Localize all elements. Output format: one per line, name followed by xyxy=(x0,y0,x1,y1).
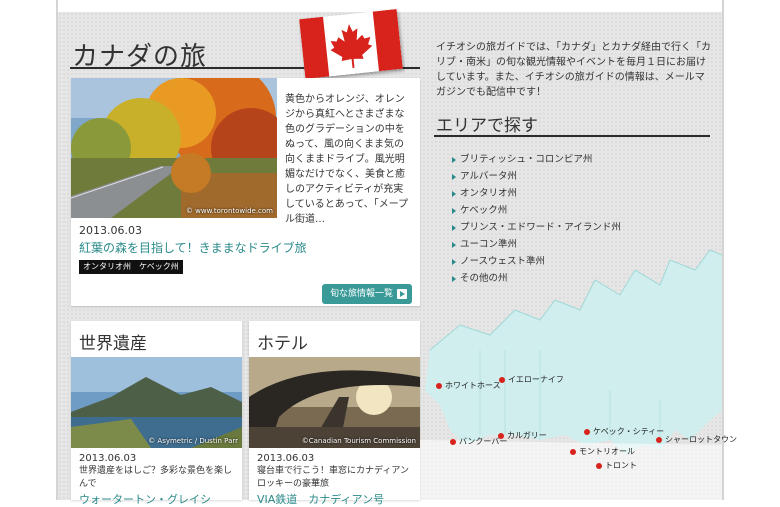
pin-icon xyxy=(450,438,456,445)
canada-map[interactable]: ホワイトホース イエローナイフ バンクーバー カルガリー ケベック・シティー シ… xyxy=(420,240,737,500)
world-heritage-photo[interactable]: © Asymetric / Dustin Parr xyxy=(71,357,242,448)
more-button-label: 旬な旅情報一覧 xyxy=(330,289,394,299)
area-item-quebec[interactable]: ケベック州 xyxy=(452,202,621,219)
area-search-title: エリアで探す xyxy=(436,116,538,136)
pin-icon xyxy=(584,428,590,435)
map-pin-calgary[interactable]: カルガリー xyxy=(498,430,547,441)
pin-icon xyxy=(570,448,576,455)
panel-border-right xyxy=(722,0,724,500)
city-label: シャーロットタウン xyxy=(665,435,737,444)
map-pin-quebec-city[interactable]: ケベック・シティー xyxy=(584,426,664,437)
lake-mountain-image xyxy=(71,357,242,448)
city-label: カルガリー xyxy=(507,431,547,440)
map-pin-whitehorse[interactable]: ホワイトホース xyxy=(436,380,501,391)
area-item-british-columbia[interactable]: ブリティッシュ・コロンビア州 xyxy=(452,151,621,168)
article-date: 2013.06.03 xyxy=(257,453,315,464)
canada-map-shape xyxy=(420,249,723,500)
city-label: トロント xyxy=(605,461,637,470)
photo-credit: ©Canadian Tourism Commission xyxy=(301,437,416,445)
featured-article-card[interactable]: © www.torontowide.com 黄色からオレンジ、オレンジから真紅へ… xyxy=(71,78,420,306)
more-travel-info-button[interactable]: 旬な旅情報一覧 xyxy=(322,284,412,304)
article-description: 世界遺産をはしご？多彩な景色を楽しんで xyxy=(79,466,233,489)
map-pin-montreal[interactable]: モントリオール xyxy=(570,446,635,457)
area-item-alberta[interactable]: アルバータ州 xyxy=(452,168,621,185)
section-title: ホテル xyxy=(257,334,308,354)
pin-icon xyxy=(498,432,504,439)
hotel-photo[interactable]: ©Canadian Tourism Commission xyxy=(249,357,420,448)
map-pin-toronto[interactable]: トロント xyxy=(596,460,637,471)
featured-photo[interactable]: © www.torontowide.com xyxy=(71,78,277,218)
featured-description: 黄色からオレンジ、オレンジから真紅へとさまざまな色のグラデーションの中をぬって、… xyxy=(285,94,409,225)
area-item-pei[interactable]: プリンス・エドワード・アイランド州 xyxy=(452,219,621,236)
city-label: イエローナイフ xyxy=(508,375,564,384)
world-heritage-card[interactable]: 世界遺産 © Asymetric / Dustin Parr 2013.06.0… xyxy=(71,321,242,506)
city-label: ホワイトホース xyxy=(445,381,501,390)
pin-icon xyxy=(656,436,662,443)
intro-text: イチオシの旅ガイドでは、「カナダ」とカナダ経由で行く「カリブ・南米」の旬な観光情… xyxy=(436,42,711,98)
area-title-underline xyxy=(434,135,710,137)
article-link[interactable]: ウォータートン・グレイシ xyxy=(79,491,211,507)
arrow-right-icon xyxy=(397,289,407,299)
autumn-road-image xyxy=(71,78,277,218)
section-title: 世界遺産 xyxy=(79,334,147,354)
canada-flag-icon xyxy=(299,9,403,79)
city-label: モントリオール xyxy=(579,447,635,456)
tag-quebec[interactable]: ケベック州 xyxy=(135,260,183,274)
tag-ontario[interactable]: オンタリオ州 xyxy=(79,260,135,274)
area-item-ontario[interactable]: オンタリオ州 xyxy=(452,185,621,202)
pin-icon xyxy=(499,376,505,383)
pin-icon xyxy=(596,462,602,469)
featured-headline-link[interactable]: 紅葉の森を目指して！きままなドライブ旅 xyxy=(79,239,307,256)
page-background: カナダの旅 © www.torontowide.com 黄色からオレンジ、オレン… xyxy=(0,0,780,506)
city-label: ケベック・シティー xyxy=(593,427,665,436)
pin-icon xyxy=(436,382,442,389)
article-date: 2013.06.03 xyxy=(79,453,137,464)
map-pin-charlottetown[interactable]: シャーロットタウン xyxy=(656,434,737,445)
photo-credit: © www.torontowide.com xyxy=(185,207,273,215)
hotel-card[interactable]: ホテル ©Canadian Tourism Commission 2013.06… xyxy=(249,321,420,506)
article-link[interactable]: VIA鉄道 カナディアン号 xyxy=(257,491,384,507)
photo-credit: © Asymetric / Dustin Parr xyxy=(148,437,238,445)
map-pin-yellowknife[interactable]: イエローナイフ xyxy=(499,374,564,385)
article-description: 寝台車で行こう！車窓にカナディアンロッキーの豪華旅 xyxy=(257,466,410,489)
train-dome-image xyxy=(249,357,420,448)
featured-date: 2013.06.03 xyxy=(79,224,142,237)
